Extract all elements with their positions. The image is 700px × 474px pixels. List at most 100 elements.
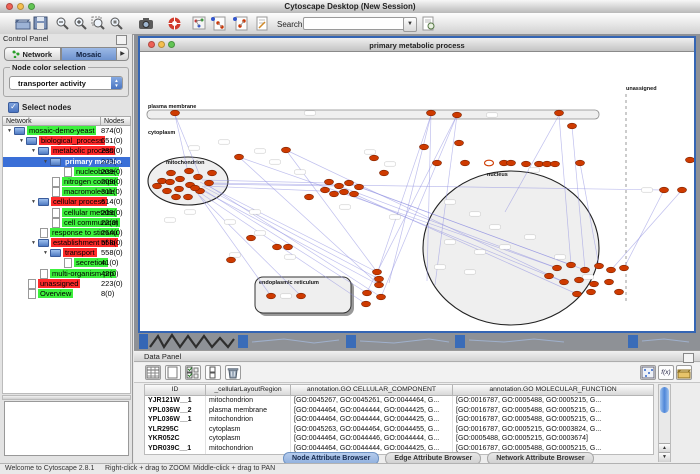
- tree-row[interactable]: nucleobase-209(0): [3, 167, 130, 177]
- node-label[interactable]: [445, 240, 456, 244]
- network-node[interactable]: [282, 147, 291, 153]
- zoom-selected-icon[interactable]: [91, 16, 107, 31]
- tree-row[interactable]: response to stimulu264(0): [3, 228, 130, 238]
- cell-molecular-function[interactable]: [GO:0016787, GO:0005488, GO:0005215, G..…: [453, 406, 653, 416]
- node-label[interactable]: [305, 111, 316, 115]
- network-node[interactable]: [573, 291, 582, 297]
- scrollbar-thumb[interactable]: [660, 387, 669, 413]
- network-node[interactable]: [560, 279, 569, 285]
- network-node[interactable]: [158, 178, 167, 184]
- new-attribute-icon[interactable]: [165, 365, 181, 380]
- matrix-icon[interactable]: [640, 365, 656, 380]
- scroll-down-icon[interactable]: ▼: [659, 452, 670, 462]
- network-node[interactable]: [660, 187, 669, 193]
- tree-row[interactable]: ▼mosaic-demo-yeast874(0): [3, 126, 130, 136]
- float-panel-icon[interactable]: [116, 35, 127, 45]
- cell-region[interactable]: plasma membrane: [206, 406, 291, 416]
- node-label[interactable]: [445, 200, 456, 204]
- cell-region[interactable]: cytoplasm: [206, 434, 291, 444]
- network-node[interactable]: [377, 294, 386, 300]
- node-label[interactable]: [255, 149, 266, 153]
- cell-molecular-function[interactable]: [GO:0005488, GO:0005215, GO:0003674]: [453, 434, 653, 444]
- cell-cellular-component[interactable]: [GO:0044464, GO:0044444, GO:0044425, G..…: [291, 406, 453, 416]
- network-node[interactable]: [373, 269, 382, 275]
- node-label[interactable]: [475, 250, 486, 254]
- cell-cellular-component[interactable]: [GO:0044464, GO:0044446, GO:0044444, G..…: [291, 434, 453, 444]
- network-node-ring[interactable]: [485, 160, 494, 166]
- column-go-cellular-component[interactable]: annotation.GO CELLULAR_COMPONENT: [291, 385, 453, 395]
- network-node[interactable]: [185, 168, 194, 174]
- network-node[interactable]: [427, 110, 436, 116]
- column-go-molecular-function[interactable]: annotation.GO MOLECULAR_FUNCTION: [453, 385, 653, 395]
- network-node[interactable]: [380, 170, 389, 176]
- column-id[interactable]: ID: [145, 385, 206, 395]
- node-label[interactable]: [185, 210, 196, 214]
- cell-region[interactable]: mitochondrion: [206, 396, 291, 406]
- node-label[interactable]: [281, 294, 292, 298]
- node-label[interactable]: [583, 275, 594, 279]
- node-label[interactable]: [250, 210, 261, 214]
- network-node[interactable]: [163, 188, 172, 194]
- node-label[interactable]: [189, 146, 200, 150]
- table-row[interactable]: YKR052Ccytoplasm[GO:0044464, GO:0044446,…: [145, 434, 653, 444]
- network-node[interactable]: [575, 277, 584, 283]
- tree-row[interactable]: ▼metabolic process280(0): [3, 146, 130, 156]
- network-node[interactable]: [375, 276, 384, 282]
- cell-region[interactable]: mitochondrion: [206, 444, 291, 454]
- node-label[interactable]: [642, 188, 653, 192]
- network-node[interactable]: [553, 265, 562, 271]
- import-icon[interactable]: [676, 365, 692, 380]
- network-node[interactable]: [543, 161, 552, 167]
- network-node[interactable]: [153, 183, 162, 189]
- network-node[interactable]: [297, 293, 306, 299]
- network-node[interactable]: [363, 290, 372, 296]
- node-label[interactable]: [285, 255, 296, 259]
- snapshot-icon[interactable]: [138, 16, 154, 31]
- cell-region[interactable]: cytoplasm: [206, 425, 291, 435]
- network-node[interactable]: [678, 187, 687, 193]
- cell-id[interactable]: YDR039C__1: [145, 444, 206, 454]
- network-node[interactable]: [605, 279, 614, 285]
- network-node[interactable]: [576, 160, 585, 166]
- node-label[interactable]: [340, 205, 351, 209]
- network-view-window[interactable]: primary metabolic process plasma membran…: [138, 36, 696, 333]
- network-node[interactable]: [247, 235, 256, 241]
- tree-row[interactable]: ▼establishment of lo558(0): [3, 238, 130, 248]
- network-node[interactable]: [172, 194, 181, 200]
- expand-arrow-icon[interactable]: ▼: [43, 157, 50, 167]
- tree-row[interactable]: macromolecule311(0): [3, 187, 130, 197]
- search-input[interactable]: [303, 17, 405, 30]
- network-node[interactable]: [370, 155, 379, 161]
- search-options-icon[interactable]: [422, 16, 438, 31]
- network-node[interactable]: [325, 179, 334, 185]
- network-node[interactable]: [433, 160, 442, 166]
- network-node[interactable]: [335, 183, 344, 189]
- cell-molecular-function[interactable]: [GO:0016787, GO:0005215, GO:0003824, G..…: [453, 425, 653, 435]
- node-label[interactable]: [270, 160, 281, 164]
- node-label[interactable]: [529, 168, 540, 172]
- tree-row[interactable]: ▼primary metabo209(...: [3, 157, 130, 167]
- network-node[interactable]: [453, 112, 462, 118]
- network-node[interactable]: [345, 180, 354, 186]
- node-label[interactable]: [225, 220, 236, 224]
- tree-row[interactable]: secretion41(0): [3, 258, 130, 268]
- annotation-icon[interactable]: [256, 16, 272, 31]
- network-node[interactable]: [595, 263, 604, 269]
- node-label[interactable]: [230, 253, 241, 257]
- node-label[interactable]: [487, 113, 498, 117]
- network-node[interactable]: [175, 186, 184, 192]
- network-node[interactable]: [191, 185, 200, 191]
- panel-splitter[interactable]: [2, 395, 131, 400]
- zoom-in-icon[interactable]: [73, 16, 89, 31]
- node-label[interactable]: [465, 270, 476, 274]
- network-node[interactable]: [321, 187, 330, 193]
- cell-region[interactable]: mitochondrion: [206, 415, 291, 425]
- attribute-table[interactable]: ID _cellularLayoutRegion annotation.GO C…: [144, 384, 654, 455]
- tab-mosaic[interactable]: Mosaic: [61, 47, 118, 61]
- network-node[interactable]: [507, 160, 516, 166]
- node-label[interactable]: [385, 162, 396, 166]
- network-node[interactable]: [620, 265, 629, 271]
- unselect-attributes-icon[interactable]: [205, 365, 221, 380]
- help-icon[interactable]: [167, 16, 183, 31]
- network-node[interactable]: [375, 282, 384, 288]
